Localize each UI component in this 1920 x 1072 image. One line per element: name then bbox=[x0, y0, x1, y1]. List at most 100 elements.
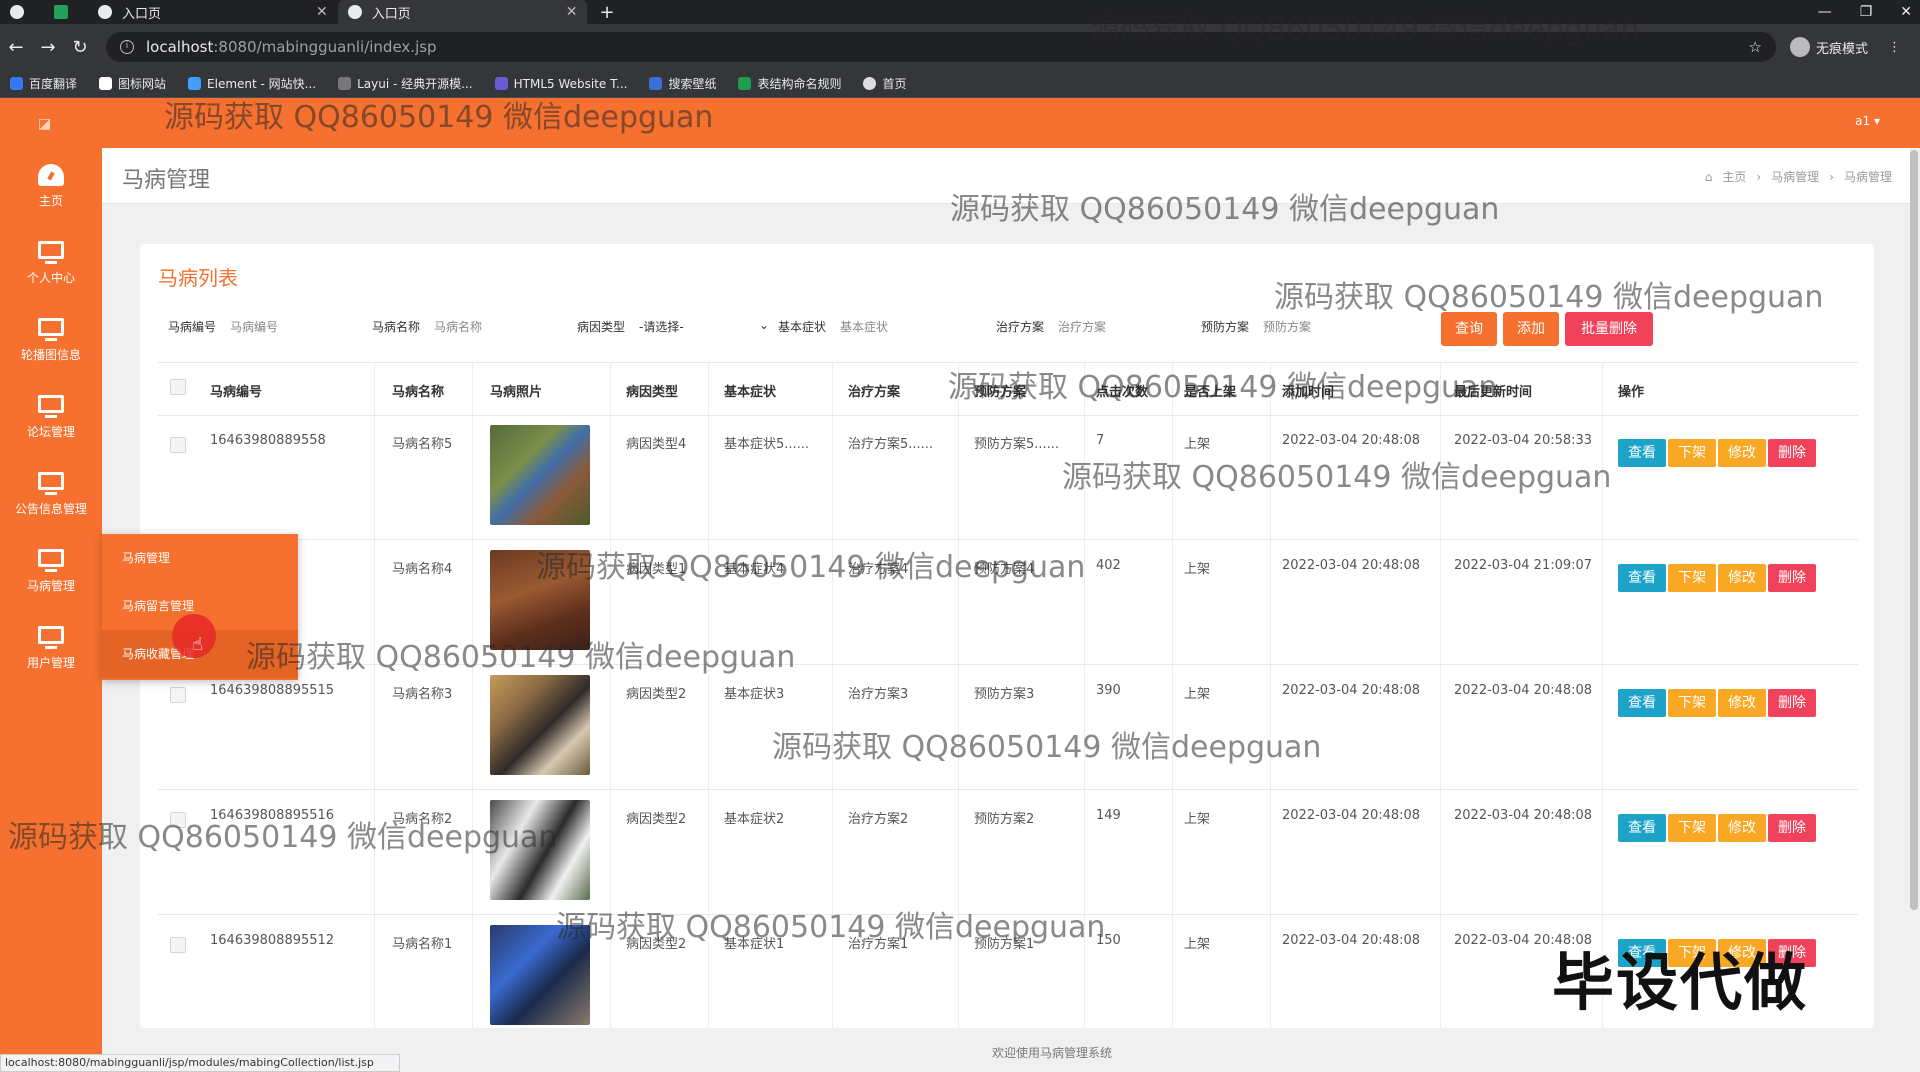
prevention-input[interactable]: 预防方案 bbox=[1263, 318, 1311, 335]
close-window-icon[interactable]: ✕ bbox=[1900, 4, 1912, 20]
view-button[interactable]: 查看 bbox=[1618, 814, 1666, 842]
sidebar-item-carousel[interactable]: 轮播图信息 bbox=[0, 308, 102, 380]
promo-stamp: 毕设代做 bbox=[1552, 946, 1809, 1019]
bookmark-item[interactable]: 表结构命名规则 bbox=[738, 75, 841, 92]
sidebar-item-horse-disease[interactable]: 马病管理 bbox=[0, 539, 102, 611]
row-checkbox[interactable] bbox=[170, 687, 186, 703]
bookmark-item[interactable]: 百度翻译 bbox=[10, 75, 77, 92]
bookmark-item[interactable]: 图标网站 bbox=[99, 75, 166, 92]
bookmark-item[interactable]: 搜索壁纸 bbox=[649, 75, 716, 92]
user-menu[interactable]: a1 ▾ bbox=[1855, 114, 1880, 128]
off-shelf-button[interactable]: 下架 bbox=[1668, 689, 1716, 717]
bookmark-item[interactable]: 首页 bbox=[863, 75, 907, 92]
delete-button[interactable]: 删除 bbox=[1768, 564, 1816, 592]
breadcrumb-level1[interactable]: 马病管理 bbox=[1771, 168, 1819, 185]
sidebar-item-home[interactable]: 主页 bbox=[0, 154, 102, 226]
delete-button[interactable]: 删除 bbox=[1768, 814, 1816, 842]
green-favicon-icon bbox=[54, 5, 68, 19]
select-all-checkbox[interactable] bbox=[170, 379, 186, 395]
browser-tab-2[interactable]: 入口页 ✕ bbox=[88, 0, 338, 24]
column-header[interactable]: 马病名称 bbox=[392, 381, 444, 400]
translate-icon bbox=[10, 77, 23, 90]
html5-icon bbox=[494, 77, 508, 90]
column-header[interactable]: 马病编号 bbox=[210, 381, 262, 400]
view-button[interactable]: 查看 bbox=[1618, 439, 1666, 467]
row-checkbox[interactable] bbox=[170, 937, 186, 953]
name-input[interactable]: 马病名称 bbox=[434, 318, 482, 335]
row-checkbox[interactable] bbox=[170, 437, 186, 453]
page-scrollbar[interactable] bbox=[1910, 150, 1918, 910]
row-divider bbox=[158, 789, 1858, 790]
watermark-text: 源码获取 QQ86050149 微信deepguan bbox=[1090, 12, 1640, 47]
column-divider bbox=[374, 363, 375, 1029]
type-select[interactable]: -请选择- ⌄ bbox=[639, 318, 769, 335]
view-button[interactable]: 查看 bbox=[1618, 564, 1666, 592]
site-info-icon[interactable]: i bbox=[120, 40, 134, 54]
cell-prevention: 预防方案2 bbox=[974, 812, 1035, 827]
edit-button[interactable]: 修改 bbox=[1718, 814, 1766, 842]
breadcrumb-home[interactable]: 主页 bbox=[1722, 168, 1746, 185]
tab-close-icon[interactable]: ✕ bbox=[316, 4, 328, 20]
more-menu-icon[interactable]: ⋮ bbox=[1888, 40, 1901, 55]
add-button[interactable]: 添加 bbox=[1503, 312, 1559, 346]
field-label: 马病名称 bbox=[372, 320, 421, 334]
delete-button[interactable]: 删除 bbox=[1768, 689, 1816, 717]
view-button[interactable]: 查看 bbox=[1618, 689, 1666, 717]
bookmark-star-icon[interactable]: ☆ bbox=[1749, 38, 1762, 56]
sidebar-item-personal-center[interactable]: 个人中心 bbox=[0, 231, 102, 303]
sidebar-item-users[interactable]: 用户管理 bbox=[0, 616, 102, 688]
bookmark-item[interactable]: Element - 网站快... bbox=[188, 75, 316, 92]
field-label: 治疗方案 bbox=[996, 320, 1045, 334]
column-header[interactable]: 治疗方案 bbox=[848, 381, 900, 400]
column-header[interactable]: 基本症状 bbox=[724, 381, 776, 400]
browser-tab-pinned[interactable] bbox=[0, 0, 44, 24]
batch-delete-button[interactable]: 批量删除 bbox=[1565, 312, 1653, 346]
disease-photo[interactable] bbox=[490, 425, 590, 525]
off-shelf-button[interactable]: 下架 bbox=[1668, 564, 1716, 592]
cell-prevention: 预防方案3 bbox=[974, 687, 1035, 702]
back-icon[interactable]: ← bbox=[0, 37, 32, 58]
cell-id: 16463980889558 bbox=[210, 433, 326, 448]
edit-button[interactable]: 修改 bbox=[1718, 564, 1766, 592]
id-input[interactable]: 马病编号 bbox=[230, 318, 278, 335]
cell-added-time: 2022-03-04 20:48:08 bbox=[1282, 683, 1421, 698]
cell-name: 马病名称4 bbox=[392, 562, 453, 577]
cell-updated-time: 2022-03-04 21:09:07 bbox=[1454, 558, 1593, 573]
new-tab-icon[interactable]: + bbox=[587, 2, 626, 23]
cell-onshelf: 上架 bbox=[1184, 687, 1211, 702]
profile-button[interactable]: 无痕模式 ⋮ bbox=[1790, 37, 1901, 57]
cell-clicks: 149 bbox=[1096, 808, 1121, 823]
browser-tab-1[interactable] bbox=[44, 0, 88, 24]
dashboard-icon bbox=[38, 164, 64, 186]
query-button[interactable]: 查询 bbox=[1441, 312, 1497, 346]
off-shelf-button[interactable]: 下架 bbox=[1668, 439, 1716, 467]
chevron-down-icon: ⌄ bbox=[758, 318, 770, 332]
sidebar-item-forum[interactable]: 论坛管理 bbox=[0, 385, 102, 457]
browser-tab-active[interactable]: 入口页 ✕ bbox=[337, 0, 588, 24]
edit-button[interactable]: 修改 bbox=[1718, 439, 1766, 467]
forward-icon[interactable]: → bbox=[32, 37, 64, 58]
pointer-cursor-icon: ☝ bbox=[192, 634, 203, 655]
tab-close-icon[interactable]: ✕ bbox=[566, 4, 578, 20]
row-divider bbox=[158, 415, 1858, 416]
symptom-input[interactable]: 基本症状 bbox=[840, 318, 888, 335]
field-label: 病因类型 bbox=[577, 320, 626, 334]
submenu-item-disease[interactable]: 马病管理 bbox=[102, 534, 298, 582]
bookmark-item[interactable]: Layui - 经典开源模... bbox=[338, 75, 473, 92]
delete-button[interactable]: 删除 bbox=[1768, 439, 1816, 467]
cell-type: 病因类型2 bbox=[626, 687, 687, 702]
reload-icon[interactable]: ↻ bbox=[64, 37, 96, 58]
treatment-input[interactable]: 治疗方案 bbox=[1058, 318, 1106, 335]
disease-photo[interactable] bbox=[490, 675, 590, 775]
off-shelf-button[interactable]: 下架 bbox=[1668, 814, 1716, 842]
bookmark-item[interactable]: HTML5 Website T... bbox=[494, 77, 627, 91]
edit-button[interactable]: 修改 bbox=[1718, 689, 1766, 717]
cell-prevention: 预防方案5...... bbox=[974, 437, 1060, 452]
globe-icon bbox=[863, 77, 877, 90]
search-field-name: 马病名称 马病名称 bbox=[372, 318, 482, 335]
column-header: 马病照片 bbox=[490, 385, 543, 400]
minimize-icon[interactable]: — bbox=[1818, 4, 1832, 20]
column-header[interactable]: 病因类型 bbox=[626, 381, 678, 400]
restore-icon[interactable]: ❐ bbox=[1860, 4, 1873, 20]
sidebar-item-notice[interactable]: 公告信息管理 bbox=[0, 462, 102, 534]
